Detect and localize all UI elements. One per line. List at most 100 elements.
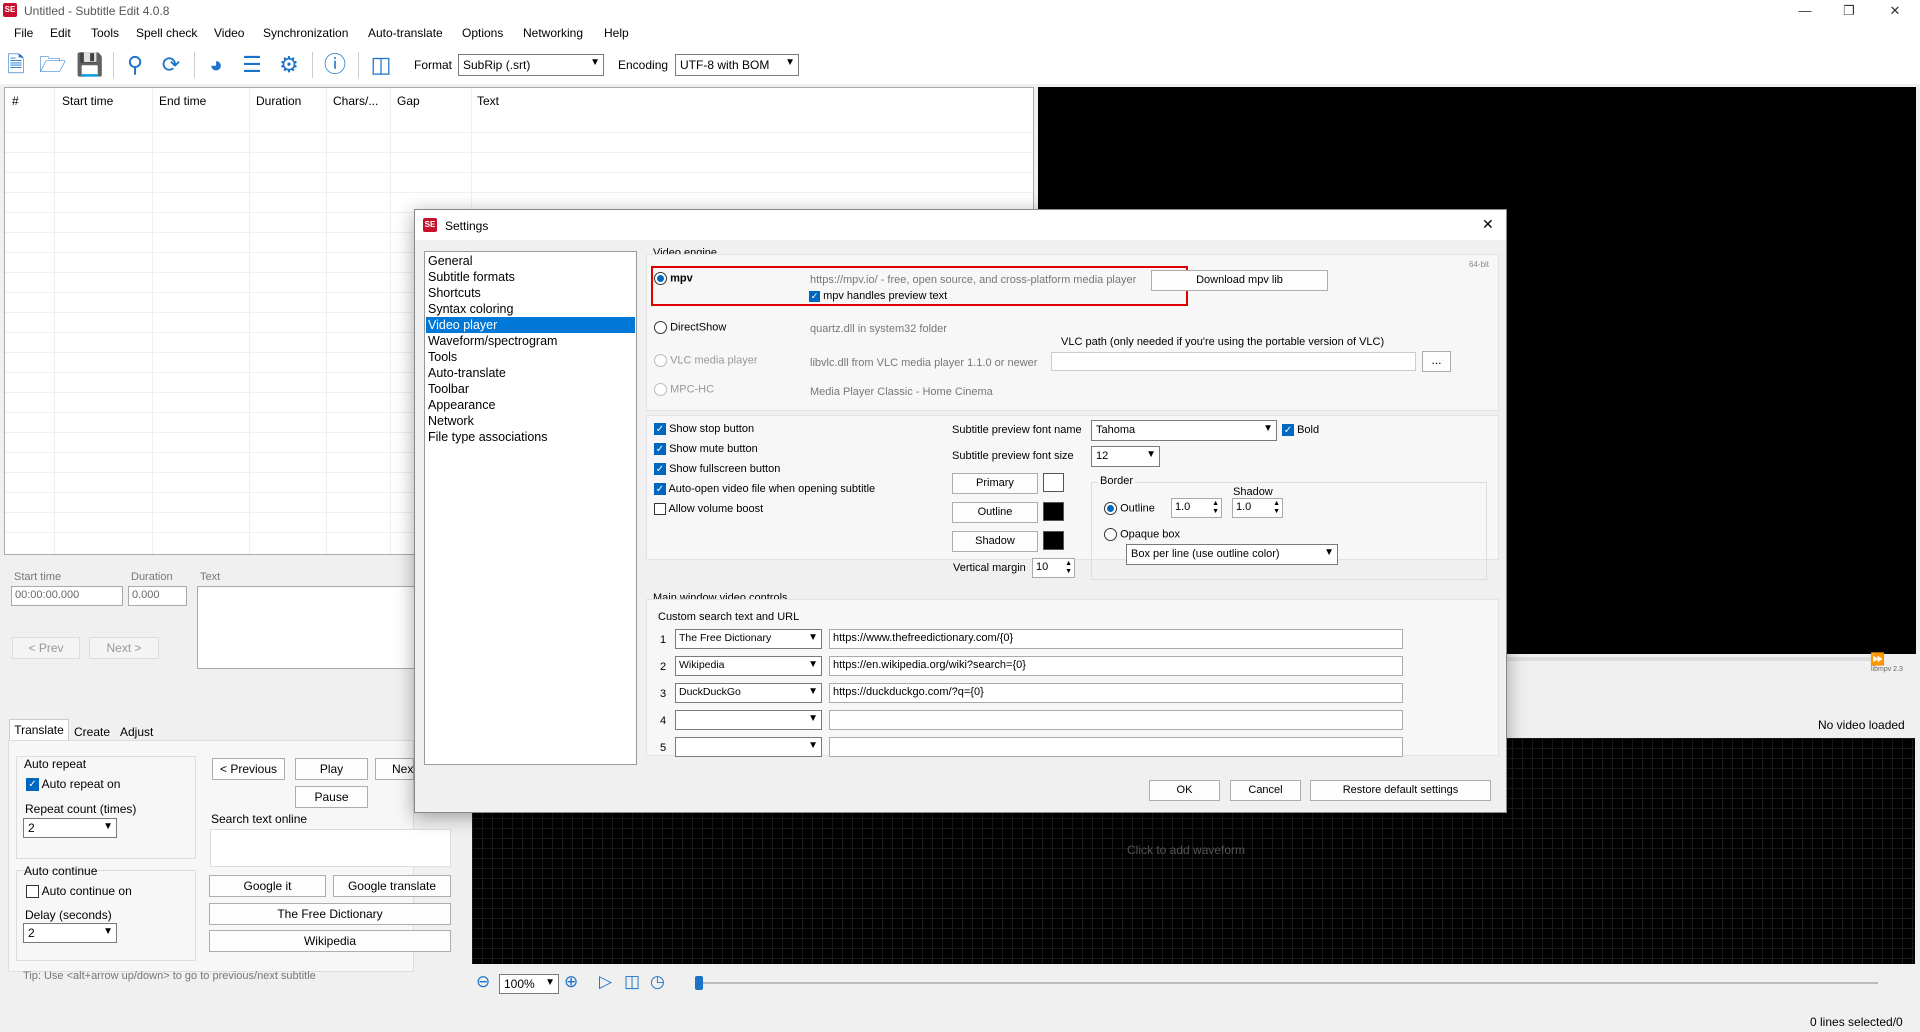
spinner-icon[interactable]: ▲ ▼ — [1212, 500, 1219, 516]
restore-defaults-button[interactable]: Restore default settings — [1310, 780, 1491, 801]
auto-continue-checkbox[interactable]: Auto continue on — [26, 884, 132, 899]
new-file-icon[interactable]: 🗎 — [3, 52, 29, 78]
previous-button[interactable]: < Previous — [212, 758, 285, 780]
nav-video-player[interactable]: Video player — [426, 317, 635, 333]
volume-boost-checkbox[interactable]: Allow volume boost — [654, 503, 763, 516]
save-icon[interactable]: 💾 — [76, 52, 103, 78]
box-mode-select[interactable]: Box per line (use outline color) ▼ — [1126, 544, 1338, 565]
nav-syntax-coloring[interactable]: Syntax coloring — [426, 301, 635, 317]
google-translate-button[interactable]: Google translate — [333, 875, 451, 897]
delay-select[interactable]: 2 ▼ — [23, 923, 117, 943]
column-gap[interactable]: Gap — [397, 94, 420, 108]
play-icon[interactable]: ▷ — [599, 972, 612, 992]
ok-button[interactable]: OK — [1149, 780, 1220, 801]
outline-color-button[interactable]: Outline — [952, 502, 1038, 523]
nav-toolbar[interactable]: Toolbar — [426, 381, 635, 397]
tab-translate[interactable]: Translate — [9, 719, 69, 741]
directshow-radio[interactable]: DirectShow — [654, 321, 726, 334]
row-2-name-select[interactable]: Wikipedia ▼ — [675, 656, 822, 676]
column-duration[interactable]: Duration — [256, 94, 301, 108]
spell-check-icon[interactable]: ☰ — [239, 52, 265, 78]
layout-icon[interactable]: ◫ — [368, 52, 394, 78]
nav-appearance[interactable]: Appearance — [426, 397, 635, 413]
mpchc-radio[interactable]: MPC-HC — [654, 383, 714, 396]
nav-network[interactable]: Network — [426, 413, 635, 429]
search-text-box[interactable] — [210, 829, 451, 867]
free-dictionary-button[interactable]: The Free Dictionary — [209, 903, 451, 925]
fast-forward-icon[interactable]: ⏩ — [1870, 652, 1885, 666]
row-4-name-select[interactable]: ▼ — [675, 710, 822, 730]
outline-color-swatch[interactable] — [1043, 502, 1064, 521]
speed-icon[interactable]: ◷ — [650, 972, 665, 992]
spinner-icon[interactable]: ▲ ▼ — [1273, 500, 1280, 516]
auto-repeat-checkbox[interactable]: ✓ Auto repeat on — [26, 777, 120, 792]
encoding-select[interactable]: UTF-8 with BOM ▼ — [675, 54, 799, 76]
font-size-select[interactable]: 12 ▼ — [1091, 446, 1160, 467]
font-name-select[interactable]: Tahoma ▼ — [1091, 420, 1277, 441]
border-outline-radio[interactable]: Outline — [1104, 502, 1155, 515]
play-button[interactable]: Play — [295, 758, 368, 780]
show-stop-checkbox[interactable]: ✓ Show stop button — [654, 423, 754, 436]
row-1-name-select[interactable]: The Free Dictionary ▼ — [675, 629, 822, 649]
download-mpv-button[interactable]: Download mpv lib — [1151, 270, 1328, 291]
dialog-close-icon[interactable]: ✕ — [1482, 216, 1494, 233]
shadow-width-input[interactable]: 1.0 ▲ ▼ — [1232, 498, 1283, 518]
subtitle-text-box[interactable] — [197, 586, 415, 669]
nav-general[interactable]: General — [426, 253, 635, 269]
nav-shortcuts[interactable]: Shortcuts — [426, 285, 635, 301]
nav-auto-translate[interactable]: Auto-translate — [426, 365, 635, 381]
column-number[interactable]: # — [12, 94, 19, 108]
zoom-out-icon[interactable]: ⊖ — [476, 972, 490, 992]
menu-video[interactable]: Video — [214, 26, 244, 40]
maximize-icon[interactable]: ❐ — [1826, 0, 1872, 22]
menu-file[interactable]: File — [14, 26, 33, 40]
row-4-url-input[interactable] — [829, 710, 1403, 730]
opaque-box-radio[interactable]: Opaque box — [1104, 528, 1180, 541]
start-time-input[interactable]: 00:00:00.000 — [11, 586, 123, 606]
show-fullscreen-checkbox[interactable]: ✓ Show fullscreen button — [654, 463, 780, 476]
primary-color-swatch[interactable] — [1043, 473, 1064, 492]
open-folder-icon[interactable]: 🗁 — [39, 52, 66, 78]
prev-button[interactable]: < Prev — [12, 637, 80, 659]
repeat-count-select[interactable]: 2 ▼ — [23, 818, 117, 838]
format-select[interactable]: SubRip (.srt) ▼ — [458, 54, 604, 76]
replace-icon[interactable]: ⟳ — [158, 52, 184, 78]
nav-waveform[interactable]: Waveform/spectrogram — [426, 333, 635, 349]
google-it-button[interactable]: Google it — [209, 875, 326, 897]
menu-networking[interactable]: Networking — [523, 26, 583, 40]
column-end-time[interactable]: End time — [159, 94, 206, 108]
zoom-in-icon[interactable]: ⊕ — [564, 972, 578, 992]
nav-tools[interactable]: Tools — [426, 349, 635, 365]
next-button[interactable]: Next > — [89, 637, 159, 659]
bold-checkbox[interactable]: ✓ Bold — [1282, 424, 1319, 437]
tab-adjust[interactable]: Adjust — [117, 722, 156, 742]
row-3-url-input[interactable]: https://duckduckgo.com/?q={0} — [829, 683, 1403, 703]
menu-edit[interactable]: Edit — [50, 26, 71, 40]
vlc-radio[interactable]: VLC media player — [654, 354, 758, 367]
row-5-name-select[interactable]: ▼ — [675, 737, 822, 757]
menu-spell-check[interactable]: Spell check — [136, 26, 197, 40]
help-icon[interactable]: ⓘ — [322, 52, 348, 78]
find-icon[interactable]: ⚲ — [122, 52, 148, 78]
menu-synchronization[interactable]: Synchronization — [263, 26, 348, 40]
vlc-path-input[interactable] — [1051, 352, 1416, 371]
pause-button[interactable]: Pause — [295, 786, 368, 808]
column-chars[interactable]: Chars/... — [333, 94, 378, 108]
nav-file-type-associations[interactable]: File type associations — [426, 429, 635, 445]
column-start-time[interactable]: Start time — [62, 94, 113, 108]
waveform-position-slider[interactable] — [698, 982, 1878, 984]
slider-thumb[interactable] — [695, 976, 703, 990]
nav-subtitle-formats[interactable]: Subtitle formats — [426, 269, 635, 285]
mpv-radio[interactable]: mpv — [654, 272, 693, 285]
settings-nav-list[interactable]: General Subtitle formats Shortcuts Synta… — [424, 251, 637, 765]
row-3-name-select[interactable]: DuckDuckGo ▼ — [675, 683, 822, 703]
column-text[interactable]: Text — [477, 94, 499, 108]
show-mute-checkbox[interactable]: ✓ Show mute button — [654, 443, 758, 456]
menu-tools[interactable]: Tools — [91, 26, 119, 40]
minimize-icon[interactable]: — — [1782, 0, 1828, 22]
vlc-browse-button[interactable]: ... — [1422, 351, 1451, 372]
tab-create[interactable]: Create — [71, 722, 113, 742]
row-5-url-input[interactable] — [829, 737, 1403, 757]
next-line-button[interactable]: Next — [375, 758, 417, 780]
play-selection-icon[interactable]: ◫ — [624, 972, 640, 992]
